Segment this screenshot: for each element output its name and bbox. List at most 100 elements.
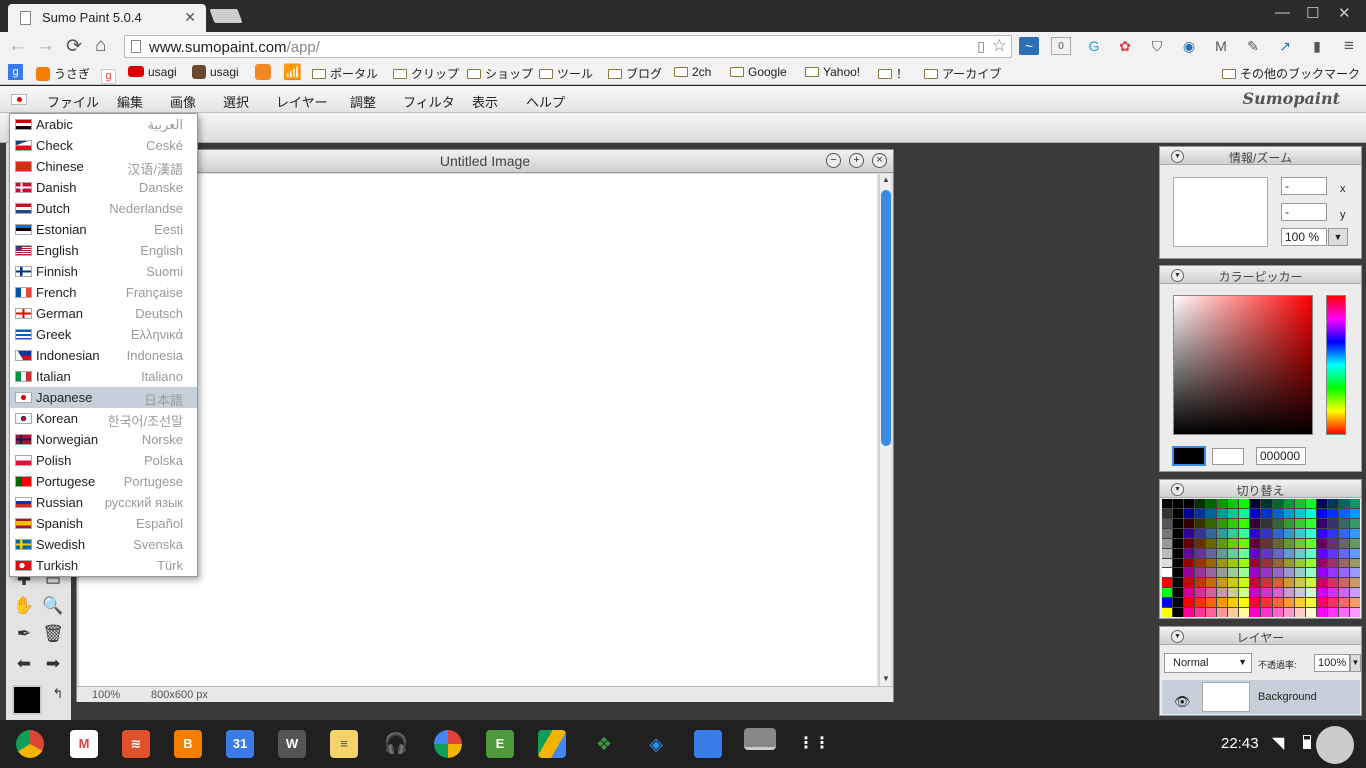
color-swatch[interactable] [1228,578,1239,588]
language-option-turkish[interactable]: Turkish Türk [10,555,197,576]
color-swatch[interactable] [1184,558,1195,568]
color-swatch[interactable] [1173,608,1184,617]
color-swatch[interactable] [1294,499,1305,508]
phone-extension-icon[interactable]: ▮ [1307,37,1327,55]
color-swatch[interactable] [1283,608,1294,617]
y-coordinate-field[interactable]: - [1281,203,1327,221]
menu-select[interactable]: 選択 [223,92,249,111]
zoom-dropdown-icon[interactable]: ▼ [1328,228,1348,246]
menu-view[interactable]: 表示 [472,92,498,111]
color-swatch[interactable] [1173,588,1184,598]
language-option-korean[interactable]: Korean 한국어/조선말 [10,408,197,429]
language-option-finnish[interactable]: Finnish Suomi [10,261,197,282]
color-swatch[interactable] [1272,588,1283,598]
opacity-field[interactable]: 100% [1314,654,1350,672]
color-swatch[interactable] [1206,588,1217,598]
tab-close-icon[interactable]: ✕ [184,9,196,26]
color-swatch[interactable] [1327,548,1338,558]
bookmark-folder-tools[interactable]: ツール [539,65,593,82]
color-swatch[interactable] [1195,568,1206,578]
color-swatch[interactable] [1294,528,1305,538]
color-swatch[interactable] [1228,538,1239,548]
color-swatch[interactable] [1206,578,1217,588]
language-option-estonian[interactable]: Estonian Eesti [10,219,197,240]
color-swatch[interactable] [1338,608,1349,617]
language-option-arabic[interactable]: Arabic العربية [10,114,197,135]
other-bookmarks[interactable]: その他のブックマーク [1222,65,1360,82]
color-swatch[interactable] [1272,548,1283,558]
orange-bookmark-icon[interactable] [255,64,271,80]
color-swatch[interactable] [1250,528,1261,538]
color-swatch[interactable] [1162,568,1173,578]
bookmark-folder-exclaim[interactable]: ！ [878,65,908,82]
color-swatch[interactable] [1338,518,1349,528]
color-swatch[interactable] [1239,588,1250,598]
color-swatch[interactable] [1338,548,1349,558]
color-swatch[interactable] [1305,578,1316,588]
color-swatch[interactable] [1316,588,1327,598]
color-swatch[interactable] [1250,499,1261,508]
color-swatch[interactable] [1228,518,1239,528]
color-swatch[interactable] [1195,588,1206,598]
color-swatch[interactable] [1195,608,1206,617]
blend-mode-select[interactable]: Normal ▼ [1164,653,1252,673]
color-swatch[interactable] [1206,598,1217,608]
color-swatch[interactable] [1338,508,1349,518]
color-swatch[interactable] [1283,578,1294,588]
eyedropper-tool-icon[interactable]: ✒ [10,621,38,647]
color-swatch[interactable] [1294,568,1305,578]
color-swatch[interactable] [1283,499,1294,508]
writer-app-icon[interactable]: W [278,730,306,758]
bookmark-folder-archive[interactable]: アーカイブ [924,65,1001,82]
color-swatch[interactable] [1162,548,1173,558]
color-swatch[interactable] [1316,558,1327,568]
color-swatch[interactable] [1228,588,1239,598]
color-swatch[interactable] [1327,578,1338,588]
color-swatch[interactable] [1173,568,1184,578]
color-swatch[interactable] [1316,598,1327,608]
color-swatch[interactable] [1217,508,1228,518]
trash-icon[interactable]: 🗑 [39,621,67,647]
gmail-checker-icon[interactable]: M [1211,37,1231,55]
app-launcher-icon[interactable]: ⋮⋮ [798,730,830,758]
picasa-extension-icon[interactable]: ✿ [1115,37,1135,55]
color-swatch[interactable] [1239,578,1250,588]
color-swatch[interactable] [1217,568,1228,578]
color-swatch[interactable] [1283,598,1294,608]
color-swatch[interactable] [1316,528,1327,538]
saturation-value-picker[interactable] [1173,295,1313,435]
color-swatch[interactable] [1184,598,1195,608]
color-swatch[interactable] [1294,538,1305,548]
share-extension-icon[interactable]: ↗ [1275,37,1295,55]
color-swatch[interactable] [1349,508,1360,518]
language-option-italian[interactable]: Italian Italiano [10,366,197,387]
hex-color-field[interactable]: 000000 [1256,447,1306,465]
bookmark-folder-google[interactable]: Google [730,65,787,79]
color-swatch[interactable] [1239,538,1250,548]
color-swatch[interactable] [1294,548,1305,558]
color-swatch[interactable] [1261,608,1272,617]
bookmark-folder-blog[interactable]: ブログ [608,65,662,82]
language-option-check[interactable]: Check Ceské [10,135,197,156]
bookmark-usagi-blog[interactable]: うさぎ [36,65,90,82]
color-swatch[interactable] [1239,568,1250,578]
color-swatch[interactable] [1217,598,1228,608]
color-swatch[interactable] [1316,518,1327,528]
reload-icon[interactable]: ⟳ [66,35,82,58]
color-swatch[interactable] [1338,528,1349,538]
color-swatch[interactable] [1283,528,1294,538]
color-swatch[interactable] [1250,558,1261,568]
color-swatch[interactable] [1294,598,1305,608]
color-swatch[interactable] [1195,558,1206,568]
forward-icon[interactable]: → [36,35,55,57]
bookmark-folder-yahoo[interactable]: Yahoo! [805,65,860,79]
home-icon[interactable]: ⌂ [95,35,106,57]
color-swatch[interactable] [1173,528,1184,538]
color-swatch[interactable] [1239,598,1250,608]
menu-edit[interactable]: 編集 [117,92,143,111]
color-swatch[interactable] [1217,578,1228,588]
color-swatch[interactable] [1327,588,1338,598]
color-swatch[interactable] [1228,568,1239,578]
color-swatch[interactable] [1283,558,1294,568]
bg-color-swatch[interactable] [1212,448,1244,465]
